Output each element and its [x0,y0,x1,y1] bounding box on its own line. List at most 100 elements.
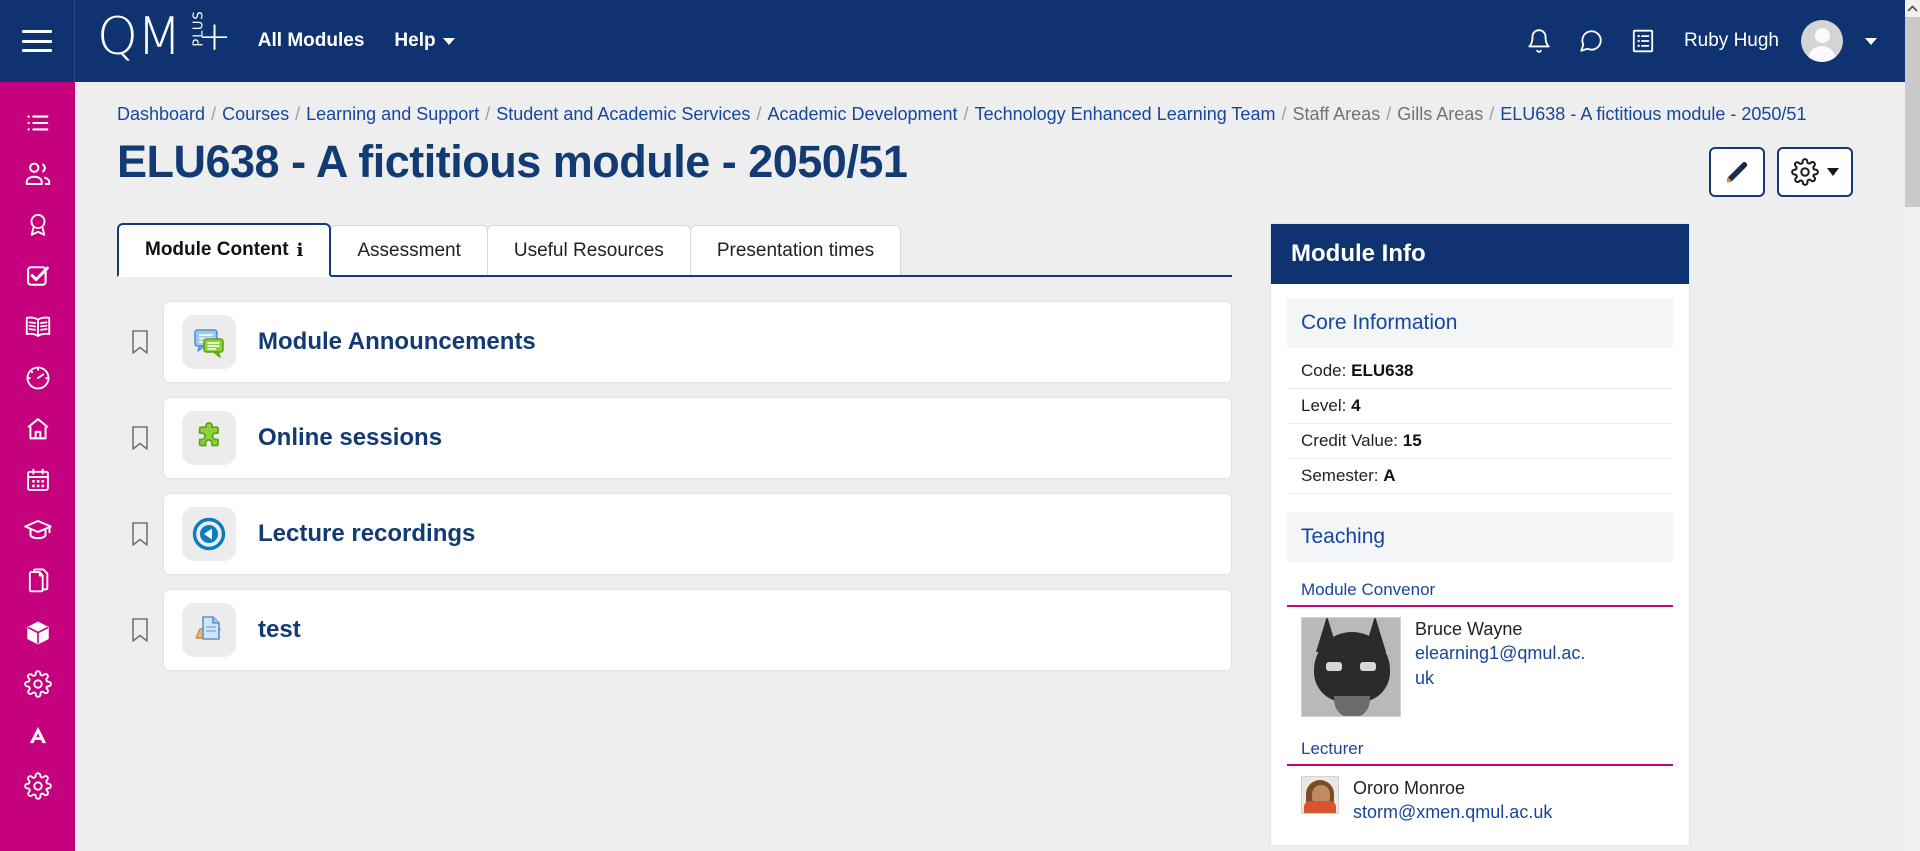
tab-assessment[interactable]: Assessment [330,225,488,275]
bookmark-icon[interactable] [117,520,163,548]
activity-name[interactable]: Module Announcements [258,328,536,356]
list-item: Module Announcements [117,301,1232,383]
navbar-links: All Modules Help [258,30,455,52]
forum-icon [182,315,236,369]
breadcrumb-item-technology-enhanced-learning-team[interactable]: Technology Enhanced Learning Team [975,104,1276,125]
sidebar-item-calendar[interactable] [0,454,75,505]
avatar-body-shape [1808,46,1836,62]
page-scrollbar[interactable] [1905,0,1920,851]
main-column: Module Content i Assessment Useful Resou… [117,223,1232,846]
user-avatar[interactable] [1801,20,1843,62]
nav-all-modules-label: All Modules [257,30,365,51]
breadcrumb-separator: / [1489,104,1495,124]
speedometer-icon [26,366,49,389]
activity-card-lecture-recordings[interactable]: Lecture recordings [163,493,1232,575]
bookmark-icon[interactable] [117,616,163,644]
list-item: test [117,589,1232,671]
person-lecturer: Ororo Monroe storm@xmen.qmul.ac.uk [1287,766,1673,829]
person-email[interactable]: storm@xmen.qmul.ac.uk [1353,800,1552,824]
breadcrumb-item-student-and-academic-services[interactable]: Student and Academic Services [496,104,750,125]
core-info-label-semester: Semester: [1301,466,1379,485]
tab-presentation-times[interactable]: Presentation times [689,225,902,275]
activity-name[interactable]: Online sessions [258,424,442,452]
sidebar-item-grades[interactable] [0,505,75,556]
sidebar-item-completion[interactable] [0,250,75,301]
sidebar-item-participants[interactable] [0,148,75,199]
gear-icon [1791,158,1819,186]
messages-bubble-icon[interactable] [1576,26,1606,56]
course-settings-menu-button[interactable] [1777,147,1853,197]
edit-mode-button[interactable] [1709,147,1765,197]
main-content: Dashboard / Courses / Learning and Suppo… [75,82,1905,851]
activity-card-test[interactable]: test [163,589,1232,671]
navbar-right-tools: Ruby Hugh [1524,20,1905,62]
sidebar-item-badges[interactable] [0,199,75,250]
breadcrumb-item-dashboard[interactable]: Dashboard [117,104,205,125]
core-info-label-code: Code: [1301,361,1347,380]
activity-log-icon[interactable] [1628,26,1658,56]
page-header: ELU638 - A fictitious module - 2050/51 [75,125,1905,197]
breadcrumb-separator: / [756,104,762,124]
bookmark-icon[interactable] [117,424,163,452]
sidebar-item-settings[interactable] [0,658,75,709]
storm-avatar-art [1302,777,1338,813]
role-title-lecturer: Lecturer [1287,735,1673,766]
breadcrumb-separator: / [1281,104,1287,124]
user-menu-chevron-down-icon[interactable] [1865,37,1877,45]
tab-presentation-times-label: Presentation times [716,239,875,261]
documents-icon [28,567,48,592]
qmplus-logo[interactable]: QM PLUS + [97,10,231,71]
breadcrumb-item-current-module[interactable]: ELU638 - A fictitious module - 2050/51 [1500,104,1806,125]
sidebar-item-analytics[interactable] [0,352,75,403]
breadcrumb-item-academic-development[interactable]: Academic Development [767,104,957,125]
activity-card-module-announcements[interactable]: Module Announcements [163,301,1232,383]
tab-module-content[interactable]: Module Content i [117,223,332,277]
completion-check-icon [26,265,49,286]
assignment-file-icon [182,603,236,657]
core-info-label-level: Level: [1301,396,1347,415]
sidebar-item-module-index[interactable] [0,97,75,148]
breadcrumb: Dashboard / Courses / Learning and Suppo… [75,82,1905,125]
tab-useful-resources-label: Useful Resources [513,239,664,261]
person-email[interactable]: elearning1@qmul.ac.uk [1415,641,1593,690]
activity-name[interactable]: test [258,616,301,644]
info-icon: i [296,239,304,261]
menu-toggle-button[interactable] [0,0,75,82]
core-info-label-credit-value: Credit Value: [1301,431,1399,450]
sidebar-item-resources[interactable] [0,607,75,658]
core-info-row-credit-value: Credit Value: 15 [1287,424,1673,459]
person-details: Ororo Monroe storm@xmen.qmul.ac.uk [1353,776,1552,825]
brand-plus-glyph: + [197,14,232,60]
storm-avatar [1301,776,1339,814]
activity-card-online-sessions[interactable]: Online sessions [163,397,1232,479]
sidebar-item-reading-list[interactable] [0,301,75,352]
breadcrumb-item-learning-and-support[interactable]: Learning and Support [306,104,479,125]
ally-a-icon [29,726,46,743]
activity-name[interactable]: Lecture recordings [258,520,475,548]
person-details: Bruce Wayne elearning1@qmul.ac.uk [1415,617,1593,717]
sidebar-item-administration[interactable] [0,760,75,811]
teaching-heading: Teaching [1287,512,1673,562]
module-tabs: Module Content i Assessment Useful Resou… [117,223,1232,277]
sidebar-item-files[interactable] [0,556,75,607]
nav-all-modules[interactable]: All Modules [258,30,365,52]
sidebar-item-home[interactable] [0,403,75,454]
role-title-module-convenor: Module Convenor [1287,576,1673,607]
nav-help[interactable]: Help [394,30,455,52]
home-icon [26,417,49,439]
top-navbar: QM PLUS + All Modules Help Ruby Hugh [0,0,1905,82]
scrollbar-thumb[interactable] [1905,17,1920,207]
notifications-bell-icon[interactable] [1524,26,1554,56]
bookmark-icon[interactable] [117,328,163,356]
external-tool-puzzle-icon [182,411,236,465]
tab-module-content-label: Module Content [145,239,289,260]
left-sidebar [0,82,75,851]
tab-useful-resources[interactable]: Useful Resources [486,225,691,275]
chevron-down-icon [1827,168,1839,176]
sidebar-item-ally[interactable] [0,709,75,760]
module-activity-list: Module Announcements Online sessions Lec… [117,301,1232,671]
breadcrumb-item-courses[interactable]: Courses [222,104,289,125]
breadcrumb-separator: / [963,104,969,124]
scroll-up-arrow-icon[interactable] [1905,0,1920,17]
person-name: Ororo Monroe [1353,778,1466,798]
